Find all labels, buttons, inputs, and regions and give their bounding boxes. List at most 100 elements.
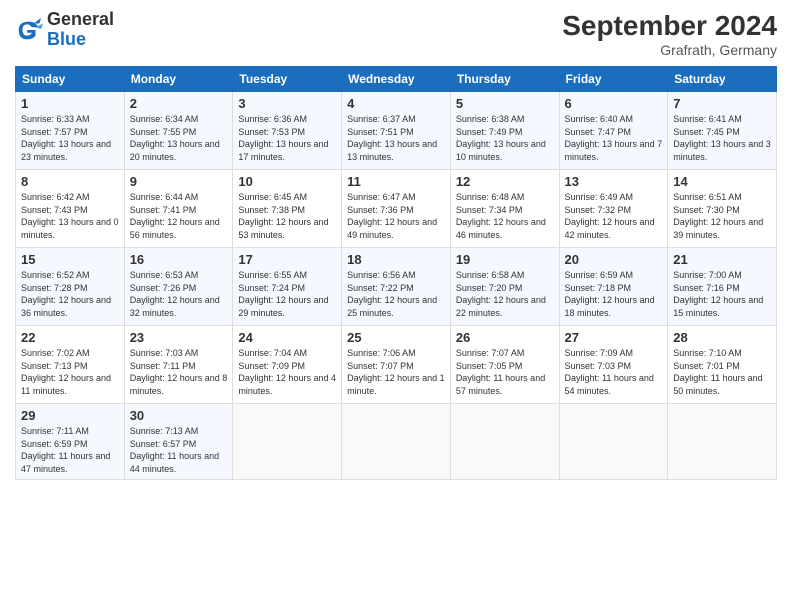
calendar-day-cell: 25 Sunrise: 7:06 AMSunset: 7:07 PMDayligh… [342,326,451,404]
day-info: Sunrise: 6:52 AMSunset: 7:28 PMDaylight:… [21,269,119,319]
day-number: 2 [130,96,228,111]
calendar-day-header: Sunday [16,67,125,92]
calendar-day-cell: 10 Sunrise: 6:45 AMSunset: 7:38 PMDayligh… [233,170,342,248]
logo-line1: General [47,10,114,30]
calendar-week-row: 29 Sunrise: 7:11 AMSunset: 6:59 PMDayligh… [16,404,777,480]
day-number: 4 [347,96,445,111]
day-number: 16 [130,252,228,267]
calendar-week-row: 1 Sunrise: 6:33 AMSunset: 7:57 PMDaylight… [16,92,777,170]
day-number: 15 [21,252,119,267]
day-info: Sunrise: 7:06 AMSunset: 7:07 PMDaylight:… [347,347,445,397]
day-info: Sunrise: 6:40 AMSunset: 7:47 PMDaylight:… [565,113,663,163]
logo-icon [15,16,43,44]
day-info: Sunrise: 6:51 AMSunset: 7:30 PMDaylight:… [673,191,771,241]
day-number: 1 [21,96,119,111]
day-number: 24 [238,330,336,345]
day-number: 9 [130,174,228,189]
day-info: Sunrise: 6:36 AMSunset: 7:53 PMDaylight:… [238,113,336,163]
calendar-day-cell [668,404,777,480]
calendar-day-cell: 9 Sunrise: 6:44 AMSunset: 7:41 PMDaylight… [124,170,233,248]
calendar-week-row: 22 Sunrise: 7:02 AMSunset: 7:13 PMDayligh… [16,326,777,404]
calendar-day-cell: 23 Sunrise: 7:03 AMSunset: 7:11 PMDayligh… [124,326,233,404]
day-info: Sunrise: 6:44 AMSunset: 7:41 PMDaylight:… [130,191,228,241]
header: General Blue September 2024 Grafrath, Ge… [15,10,777,58]
day-number: 30 [130,408,228,423]
day-info: Sunrise: 7:11 AMSunset: 6:59 PMDaylight:… [21,425,119,475]
calendar-day-cell: 11Sunrise: 6:47 AMSunset: 7:36 PMDayligh… [342,170,451,248]
calendar-day-cell: 8Sunrise: 6:42 AMSunset: 7:43 PMDaylight… [16,170,125,248]
calendar-day-cell: 1 Sunrise: 6:33 AMSunset: 7:57 PMDaylight… [16,92,125,170]
calendar-day-header: Friday [559,67,668,92]
day-info: Sunrise: 6:37 AMSunset: 7:51 PMDaylight:… [347,113,445,163]
calendar-table: SundayMondayTuesdayWednesdayThursdayFrid… [15,66,777,480]
calendar-day-header: Wednesday [342,67,451,92]
day-number: 6 [565,96,663,111]
calendar-day-header: Saturday [668,67,777,92]
day-number: 19 [456,252,554,267]
title-block: September 2024 Grafrath, Germany [562,10,777,58]
day-number: 27 [565,330,663,345]
calendar-day-cell: 26 Sunrise: 7:07 AMSunset: 7:05 PMDayligh… [450,326,559,404]
day-number: 5 [456,96,554,111]
day-number: 7 [673,96,771,111]
day-info: Sunrise: 7:07 AMSunset: 7:05 PMDaylight:… [456,347,554,397]
calendar-day-cell: 5 Sunrise: 6:38 AMSunset: 7:49 PMDaylight… [450,92,559,170]
calendar-day-cell: 20 Sunrise: 6:59 AMSunset: 7:18 PMDayligh… [559,248,668,326]
day-info: Sunrise: 6:38 AMSunset: 7:49 PMDaylight:… [456,113,554,163]
calendar-day-cell: 27 Sunrise: 7:09 AMSunset: 7:03 PMDayligh… [559,326,668,404]
calendar-day-cell: 30 Sunrise: 7:13 AMSunset: 6:57 PMDayligh… [124,404,233,480]
calendar-day-cell: 17Sunrise: 6:55 AMSunset: 7:24 PMDayligh… [233,248,342,326]
page: General Blue September 2024 Grafrath, Ge… [0,0,792,612]
day-info: Sunrise: 6:48 AMSunset: 7:34 PMDaylight:… [456,191,554,241]
calendar-week-row: 8Sunrise: 6:42 AMSunset: 7:43 PMDaylight… [16,170,777,248]
calendar-day-header: Tuesday [233,67,342,92]
day-info: Sunrise: 7:02 AMSunset: 7:13 PMDaylight:… [21,347,119,397]
day-info: Sunrise: 6:33 AMSunset: 7:57 PMDaylight:… [21,113,119,163]
logo: General Blue [15,10,114,50]
day-info: Sunrise: 6:55 AMSunset: 7:24 PMDaylight:… [238,269,336,319]
day-info: Sunrise: 7:03 AMSunset: 7:11 PMDaylight:… [130,347,228,397]
day-number: 23 [130,330,228,345]
calendar-day-cell: 2 Sunrise: 6:34 AMSunset: 7:55 PMDaylight… [124,92,233,170]
day-info: Sunrise: 6:42 AMSunset: 7:43 PMDaylight:… [21,191,119,241]
day-info: Sunrise: 6:59 AMSunset: 7:18 PMDaylight:… [565,269,663,319]
calendar-day-cell: 4 Sunrise: 6:37 AMSunset: 7:51 PMDaylight… [342,92,451,170]
day-number: 12 [456,174,554,189]
day-number: 20 [565,252,663,267]
calendar-day-cell: 18 Sunrise: 6:56 AMSunset: 7:22 PMDayligh… [342,248,451,326]
calendar-day-cell: 19 Sunrise: 6:58 AMSunset: 7:20 PMDayligh… [450,248,559,326]
day-info: Sunrise: 7:13 AMSunset: 6:57 PMDaylight:… [130,425,228,475]
calendar-day-header: Thursday [450,67,559,92]
day-info: Sunrise: 6:56 AMSunset: 7:22 PMDaylight:… [347,269,445,319]
calendar-week-row: 15 Sunrise: 6:52 AMSunset: 7:28 PMDayligh… [16,248,777,326]
day-number: 28 [673,330,771,345]
day-number: 25 [347,330,445,345]
day-number: 21 [673,252,771,267]
day-info: Sunrise: 6:45 AMSunset: 7:38 PMDaylight:… [238,191,336,241]
day-info: Sunrise: 7:09 AMSunset: 7:03 PMDaylight:… [565,347,663,397]
calendar-day-cell [559,404,668,480]
day-number: 3 [238,96,336,111]
day-info: Sunrise: 6:49 AMSunset: 7:32 PMDaylight:… [565,191,663,241]
day-number: 26 [456,330,554,345]
calendar-day-cell: 16Sunrise: 6:53 AMSunset: 7:26 PMDayligh… [124,248,233,326]
calendar-day-header: Monday [124,67,233,92]
calendar-day-cell: 12 Sunrise: 6:48 AMSunset: 7:34 PMDayligh… [450,170,559,248]
logo-line2: Blue [47,30,114,50]
day-number: 22 [21,330,119,345]
calendar-day-cell: 22 Sunrise: 7:02 AMSunset: 7:13 PMDayligh… [16,326,125,404]
calendar-day-cell: 28Sunrise: 7:10 AMSunset: 7:01 PMDayligh… [668,326,777,404]
month-year: September 2024 [562,10,777,42]
day-number: 18 [347,252,445,267]
location: Grafrath, Germany [562,42,777,58]
calendar-day-cell [450,404,559,480]
day-number: 10 [238,174,336,189]
calendar-day-cell: 7Sunrise: 6:41 AMSunset: 7:45 PMDaylight… [668,92,777,170]
day-info: Sunrise: 6:58 AMSunset: 7:20 PMDaylight:… [456,269,554,319]
day-number: 29 [21,408,119,423]
day-info: Sunrise: 6:34 AMSunset: 7:55 PMDaylight:… [130,113,228,163]
day-number: 11 [347,174,445,189]
calendar-day-cell: 15 Sunrise: 6:52 AMSunset: 7:28 PMDayligh… [16,248,125,326]
calendar-day-cell: 14Sunrise: 6:51 AMSunset: 7:30 PMDayligh… [668,170,777,248]
calendar-day-cell: 24Sunrise: 7:04 AMSunset: 7:09 PMDayligh… [233,326,342,404]
